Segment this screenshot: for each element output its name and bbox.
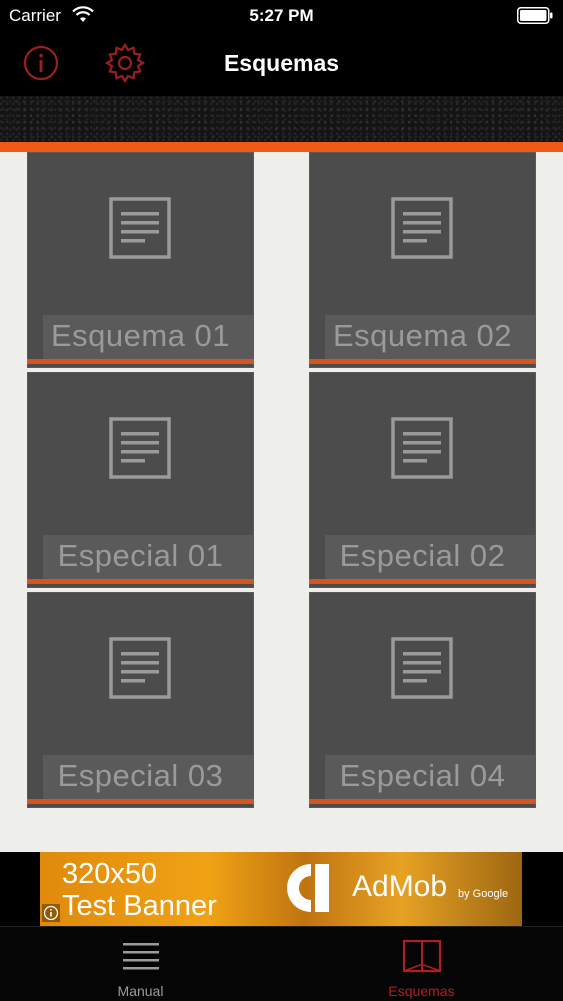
tab-label: Manual (117, 983, 164, 999)
tile-label: Especial 01 (57, 538, 224, 573)
status-bar: Carrier 5:27 PM (0, 0, 563, 32)
tile-esquema-02[interactable]: Esquema 02 (309, 152, 536, 368)
document-icon (109, 637, 171, 699)
tab-manual[interactable]: Manual (0, 927, 281, 1001)
tile-especial-04[interactable]: Especial 04 (309, 592, 536, 808)
accent-stripe (0, 142, 563, 152)
tile-label: Esquema 01 (50, 318, 231, 353)
tile-underline (309, 359, 536, 364)
tile-underline (27, 799, 254, 804)
tile-underline (309, 579, 536, 584)
tile-underline (27, 359, 254, 364)
tile-underline (27, 579, 254, 584)
document-icon (391, 197, 453, 259)
tile-label: Especial 02 (339, 538, 506, 573)
ad-banner-content[interactable]: 320x50 Test Banner AdMob by Google (40, 852, 522, 926)
admob-by-google-text: by Google (458, 888, 509, 900)
battery-icon (517, 7, 553, 24)
tile-especial-01[interactable]: Especial 01 (27, 372, 254, 588)
tab-label: Esquemas (388, 983, 455, 999)
navigation-bar: Esquemas (0, 32, 563, 96)
document-icon (391, 637, 453, 699)
tile-label: Esquema 02 (332, 318, 513, 353)
ad-test-text: Test Banner (62, 890, 217, 922)
scheme-grid: Esquema 01 Esquema 02 Especial 01 Especi… (0, 152, 563, 852)
tile-esquema-01[interactable]: Esquema 01 (27, 152, 254, 368)
admob-brand-text: AdMob (352, 870, 448, 903)
tile-label: Especial 04 (339, 758, 506, 793)
ad-size-text: 320x50 (62, 858, 158, 890)
ad-banner: 320x50 Test Banner AdMob by Google (0, 852, 563, 926)
menu-lines-icon (122, 943, 159, 970)
document-icon (109, 417, 171, 479)
tab-esquemas[interactable]: Esquemas (281, 927, 562, 1001)
status-time: 5:27 PM (249, 6, 314, 25)
book-icon (402, 939, 441, 973)
ad-info-icon[interactable] (42, 904, 60, 922)
tab-bar: Manual Esquemas (0, 926, 563, 1001)
tile-especial-03[interactable]: Especial 03 (27, 592, 254, 808)
document-icon (109, 197, 171, 259)
page-title: Esquemas (223, 50, 340, 76)
header-texture (0, 96, 563, 142)
tile-especial-02[interactable]: Especial 02 (309, 372, 536, 588)
tile-underline (309, 799, 536, 804)
tile-label: Especial 03 (57, 758, 224, 793)
document-icon (391, 417, 453, 479)
admob-logo-icon (287, 864, 329, 912)
